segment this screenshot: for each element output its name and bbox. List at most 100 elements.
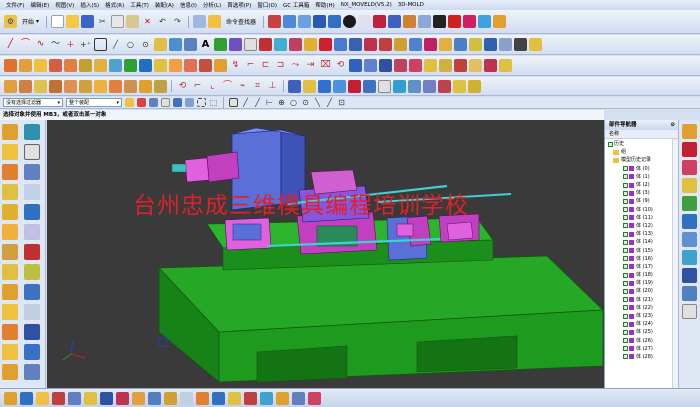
type-filter-dropdown[interactable]: 没有选择过滤器 ▾: [3, 98, 63, 107]
navigator-node[interactable]: 体 (26): [605, 337, 678, 345]
cae-icon[interactable]: [68, 391, 81, 405]
snap-quadrant-icon[interactable]: ⊙: [301, 98, 310, 107]
pattern-face-icon[interactable]: [24, 324, 40, 340]
project-curve-icon[interactable]: [274, 38, 287, 51]
pan-icon[interactable]: [313, 15, 327, 28]
deviation-icon[interactable]: [409, 59, 422, 72]
visibility-checkbox[interactable]: [608, 141, 613, 147]
block-icon[interactable]: [2, 124, 18, 140]
roles-icon[interactable]: [682, 286, 697, 301]
patch-icon[interactable]: [24, 184, 40, 200]
select-box-icon[interactable]: [161, 98, 170, 107]
open-folder-icon[interactable]: [66, 15, 80, 28]
draft-icon[interactable]: [214, 59, 227, 72]
lasso-select-icon[interactable]: ⬚: [209, 98, 218, 107]
reset-filter-icon[interactable]: [137, 98, 146, 107]
helix-icon[interactable]: [154, 38, 167, 51]
bridge-curve-icon[interactable]: [259, 38, 272, 51]
selection-scope-dropdown[interactable]: 整个装配 ▾: [66, 98, 122, 107]
datum-plane-icon[interactable]: [288, 79, 301, 93]
navigator-node[interactable]: 体 (10): [605, 206, 678, 214]
black-box-icon[interactable]: [514, 38, 527, 51]
pad-icon[interactable]: [79, 59, 92, 72]
wcs-icon[interactable]: [378, 79, 391, 93]
new-component-icon[interactable]: [19, 79, 32, 93]
background-icon[interactable]: [388, 15, 402, 28]
boss-icon[interactable]: [49, 59, 62, 72]
visibility-checkbox[interactable]: [623, 166, 628, 172]
runner-icon[interactable]: [244, 391, 257, 405]
scale-body-icon[interactable]: [24, 204, 40, 220]
navigator-node[interactable]: 体 (13): [605, 230, 678, 238]
component-array-icon[interactable]: [64, 79, 77, 93]
law-curve-icon[interactable]: [169, 38, 182, 51]
navigator-node[interactable]: 体 (23): [605, 312, 678, 320]
book-icon[interactable]: [24, 344, 40, 360]
visibility-checkbox[interactable]: [623, 248, 628, 254]
extract-curve-icon[interactable]: [349, 38, 362, 51]
ejector-pin-icon[interactable]: [180, 391, 193, 405]
bounded-plane-icon[interactable]: [484, 38, 497, 51]
navigator-node[interactable]: 模型历史记录: [605, 156, 678, 164]
check-geometry-icon[interactable]: [394, 59, 407, 72]
snap-intersection-icon[interactable]: ⊕: [277, 98, 286, 107]
navigator-node[interactable]: 体 (1): [605, 173, 678, 181]
pencil-icon[interactable]: [529, 38, 542, 51]
visibility-checkbox[interactable]: [623, 174, 628, 180]
wave-geometry-icon[interactable]: [154, 79, 167, 93]
extension-surface-icon[interactable]: [499, 38, 512, 51]
menu-format[interactable]: 格式(R): [105, 1, 124, 9]
drafting-icon[interactable]: [20, 391, 33, 405]
snap-center-icon[interactable]: ○: [289, 98, 298, 107]
select-all-icon[interactable]: [149, 98, 158, 107]
command-finder-icon[interactable]: [208, 15, 222, 28]
shaded-sphere-icon[interactable]: [343, 15, 357, 28]
move-face-icon[interactable]: ⤳: [289, 59, 302, 72]
journal-icon[interactable]: [453, 79, 466, 93]
spreadsheet-icon[interactable]: [438, 79, 451, 93]
visibility-checkbox[interactable]: [623, 354, 628, 360]
thicken-icon[interactable]: [24, 164, 40, 180]
edit-object-display-icon[interactable]: [493, 15, 507, 28]
point-constructor-icon[interactable]: [333, 79, 346, 93]
menu-edit[interactable]: 编辑(E): [30, 1, 49, 9]
model-tab-icon[interactable]: [4, 391, 17, 405]
vector-icon[interactable]: [348, 79, 361, 93]
intersect-curve-icon[interactable]: [289, 38, 302, 51]
replace-face-icon[interactable]: ⊐: [274, 59, 287, 72]
sub-insert-icon[interactable]: [212, 391, 225, 405]
orient-view-icon[interactable]: [328, 15, 342, 28]
snap-existing-icon[interactable]: ╲: [313, 98, 322, 107]
mold-wizard-icon[interactable]: [84, 391, 97, 405]
navigator-node[interactable]: 体 (0): [605, 165, 678, 173]
face-analysis-icon[interactable]: [439, 59, 452, 72]
label-icon[interactable]: [2, 344, 18, 360]
zoom-icon[interactable]: [283, 15, 297, 28]
menu-preferences[interactable]: 首选项(P): [227, 1, 251, 9]
section-analysis-icon[interactable]: [484, 59, 497, 72]
fillet-curve-icon[interactable]: [379, 38, 392, 51]
visibility-checkbox[interactable]: [623, 329, 628, 335]
visibility-checkbox[interactable]: [623, 272, 628, 278]
visibility-checkbox[interactable]: [623, 215, 628, 221]
slot-icon[interactable]: [94, 59, 107, 72]
resize-blend-icon[interactable]: ⟲: [334, 59, 347, 72]
menu-help[interactable]: 帮助(H): [315, 1, 334, 9]
navigator-node[interactable]: 体 (18): [605, 271, 678, 279]
menu-analysis[interactable]: 分析(L): [203, 1, 221, 9]
save-icon[interactable]: [81, 15, 95, 28]
datum-csys-icon[interactable]: [318, 79, 331, 93]
linked-body-icon[interactable]: [24, 284, 40, 300]
navigator-node[interactable]: 体 (25): [605, 328, 678, 336]
snap-on-face-icon[interactable]: ⊡: [337, 98, 346, 107]
line-icon[interactable]: ╱: [4, 38, 17, 51]
sketch-fillet-icon[interactable]: ⌗: [251, 80, 264, 93]
wireframe-icon[interactable]: [358, 15, 372, 28]
add-component-icon[interactable]: [4, 79, 17, 93]
visibility-checkbox[interactable]: [623, 198, 628, 204]
plane-icon[interactable]: [363, 79, 376, 93]
render-style-icon[interactable]: [373, 15, 387, 28]
visibility-checkbox[interactable]: [623, 297, 628, 303]
sketch-line-icon[interactable]: ⌞: [206, 80, 219, 93]
menu-gc-toolbox[interactable]: GC 工具箱: [283, 1, 309, 9]
